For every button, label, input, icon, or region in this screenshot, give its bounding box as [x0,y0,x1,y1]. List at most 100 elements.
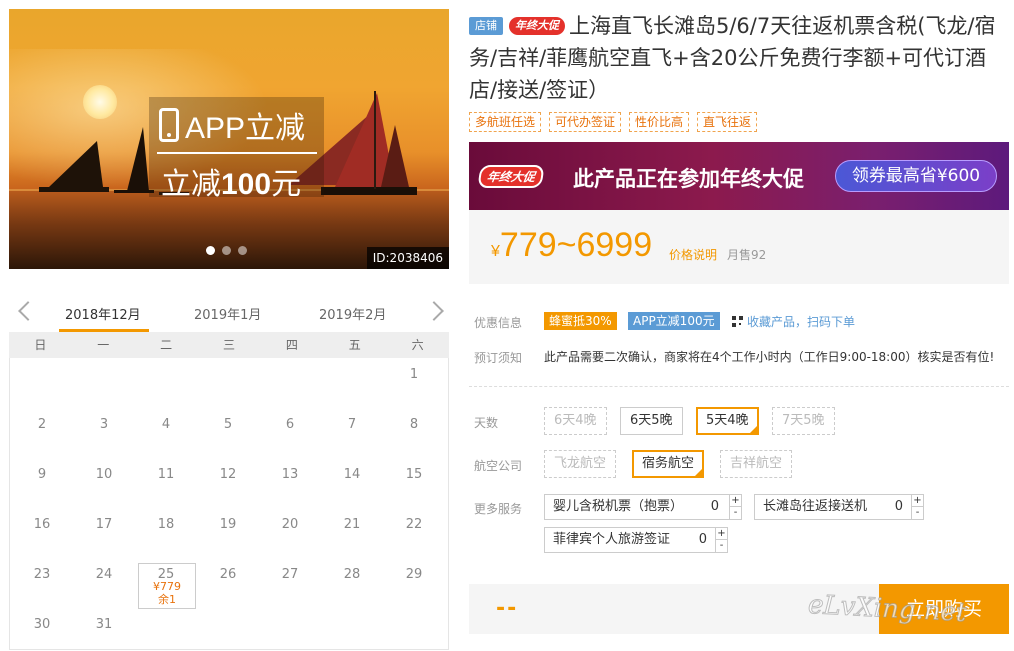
carousel-dots [206,246,247,255]
quantity-stepper[interactable]: + - [729,494,742,520]
tab-month-dec[interactable]: 2018年12月 [65,304,141,323]
weekday-label: 日 [34,338,47,352]
calendar-day[interactable]: 17 [73,517,135,532]
calendar-day[interactable]: 24 [73,567,135,582]
calendar-day[interactable]: 7 [321,417,383,432]
plus-button[interactable]: + [730,495,741,507]
quantity-value[interactable]: 0 [711,495,719,519]
calendar-weekday-header: 日 一 二 三 四 五 六 [9,332,449,358]
booking-notice-label: 预订须知 [474,351,523,365]
weekday-label: 六 [411,338,424,352]
mobile-phone-icon [159,108,179,142]
price-note-link[interactable]: 价格说明 [669,246,717,263]
calendar-day[interactable]: 14 [321,467,383,482]
monthly-sales: 月售92 [727,248,767,262]
honey-discount-badge: 蜂蜜抵30% [544,312,617,330]
option-airline[interactable]: 飞龙航空 [544,450,617,478]
chevron-right-icon[interactable] [424,301,444,321]
price-bar: ¥779~6999 价格说明 月售92 [469,210,1009,284]
option-airline[interactable]: 吉祥航空 [720,450,793,478]
quantity-stepper[interactable]: + - [911,494,924,520]
calendar-day[interactable]: 27 [259,567,321,582]
calendar-day[interactable]: 1 [383,367,445,382]
calendar-day[interactable]: 18 [135,517,197,532]
service-visa: 菲律宾个人旅游签证 0 + - [544,527,728,553]
carousel-dot[interactable] [206,246,215,255]
calendar-day[interactable]: 22 [383,517,445,532]
minus-button[interactable]: - [730,507,741,519]
calendar-day[interactable]: 5 [197,417,259,432]
minus-button[interactable]: - [716,540,727,552]
image-id-label: ID:2038406 [366,247,449,269]
airline-label: 航空公司 [474,459,523,473]
calendar-day[interactable]: 30 [11,617,73,632]
calendar-day[interactable]: 23 [11,567,73,582]
carousel-dot[interactable] [238,246,247,255]
calendar-day[interactable]: 15 [383,467,445,482]
minus-button[interactable]: - [912,507,923,519]
selected-day-price[interactable]: ¥779 余1 [141,580,193,606]
promo-banner[interactable]: 年终大促 此产品正在参加年终大促 领券最高省¥600 [469,142,1009,210]
calendar-month-nav: 2018年12月 2019年1月 2019年2月 [9,296,449,332]
option-days[interactable]: 6天4晚 [544,407,607,435]
calendar-day[interactable]: 2 [11,417,73,432]
weekday-label: 一 [97,338,110,352]
option-days[interactable]: 6天5晚 [620,407,683,435]
calendar-grid [9,358,449,650]
calendar-day[interactable]: 9 [11,467,73,482]
plus-button[interactable]: + [716,528,727,540]
chevron-left-icon[interactable] [18,301,38,321]
calendar-day[interactable]: 26 [197,567,259,582]
days-label: 天数 [474,416,499,430]
feature-tags: 多航班任选 可代办签证 性价比高 直飞往返 [469,112,758,132]
event-tag: 年终大促 [509,17,565,35]
quantity-value[interactable]: 0 [895,495,903,519]
weekday-label: 五 [348,338,361,352]
quantity-stepper[interactable]: + - [715,527,728,553]
promo-banner-text: 此产品正在参加年终大促 [573,167,804,191]
option-days[interactable]: 7天5晚 [772,407,835,435]
carousel-dot[interactable] [222,246,231,255]
tab-month-feb[interactable]: 2019年2月 [319,304,386,323]
feature-tag: 直飞往返 [697,112,758,132]
calendar-day[interactable]: 29 [383,567,445,582]
section-divider [469,386,1009,387]
discount-amount-line: 立减100元 [161,168,302,201]
calendar-day[interactable]: 21 [321,517,383,532]
service-airport-transfer: 长滩岛往返接送机 0 + - [754,494,924,520]
promo-divider [157,152,317,154]
calendar-day[interactable]: 28 [321,567,383,582]
option-airline-selected[interactable]: 宿务航空 [632,450,705,478]
calendar-day[interactable]: 10 [73,467,135,482]
weekday-label: 二 [160,338,173,352]
calendar-day[interactable]: 4 [135,417,197,432]
price-range: ¥779~6999 [491,226,653,264]
calendar-day[interactable]: 13 [259,467,321,482]
quantity-value[interactable]: 0 [699,528,707,552]
calendar-day[interactable]: 11 [135,467,197,482]
feature-tag: 可代办签证 [549,112,622,132]
feature-tag: 多航班任选 [469,112,542,132]
calendar-day[interactable]: 19 [197,517,259,532]
buy-now-button[interactable]: 立即购买 [879,584,1009,634]
plus-button[interactable]: + [912,495,923,507]
calendar-day[interactable]: 8 [383,417,445,432]
coupon-button[interactable]: 领券最高省¥600 [835,160,997,192]
feature-tag: 性价比高 [629,112,690,132]
weekday-label: 四 [285,338,298,352]
calendar-day[interactable]: 16 [11,517,73,532]
calendar-day[interactable]: 20 [259,517,321,532]
product-title-block: 店铺 年终大促 上海直飞长滩岛5/6/7天往返机票含税(飞龙/宿务/吉祥/菲鹰航空直… [469,10,1014,106]
calendar-day[interactable]: 31 [73,617,135,632]
option-days-selected[interactable]: 5天4晚 [696,407,759,435]
product-image-carousel[interactable]: APP立减 立减100元 ID:2038406 [9,9,449,269]
year-end-sale-badge: 年终大促 [477,165,545,188]
tab-month-jan[interactable]: 2019年1月 [194,304,261,323]
collect-product-link[interactable]: 收藏产品，扫码下单 [732,313,855,330]
calendar-day[interactable]: 6 [259,417,321,432]
booking-notice-text: 此产品需要二次确认，商家将在4个工作小时内（工作日9:00-18:00）核实是否… [544,350,995,364]
service-infant-ticket: 婴儿含税机票（抱票） 0 + - [544,494,742,520]
total-price: -- [496,596,519,621]
calendar-day[interactable]: 3 [73,417,135,432]
calendar-day[interactable]: 12 [197,467,259,482]
